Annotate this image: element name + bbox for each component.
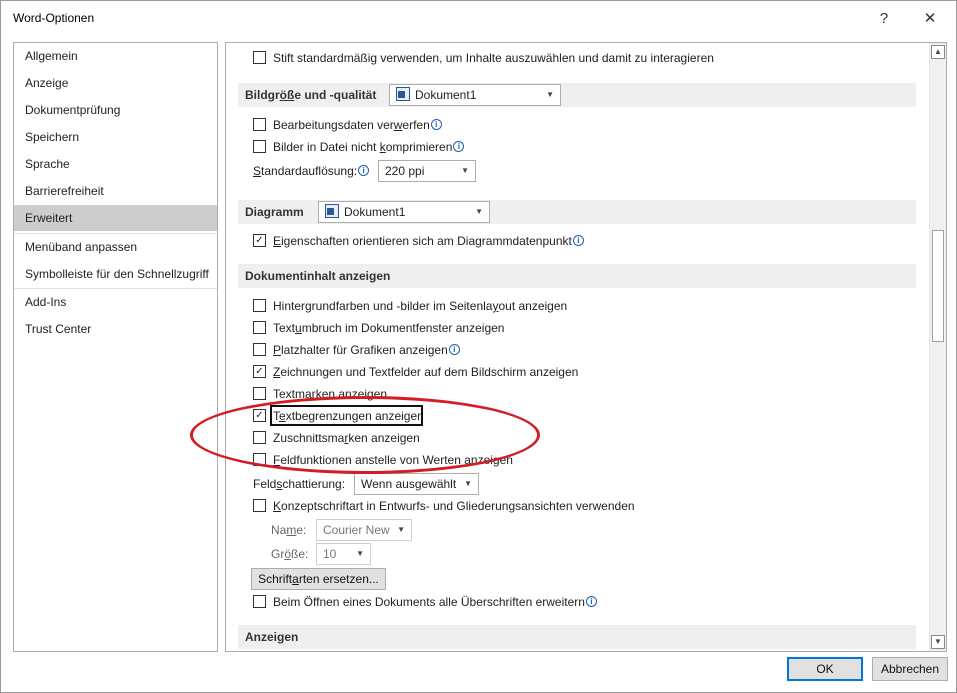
checkbox[interactable] (253, 387, 266, 400)
info-icon: i (585, 596, 597, 607)
draft-font-size-label: Größe: (271, 547, 309, 561)
annotation-ellipse (190, 396, 540, 474)
word-options-dialog: Word-Optionen ? ✕ Allgemein Anzeige Doku… (0, 0, 957, 693)
resolution-label: Standardauflösung: i (253, 161, 370, 181)
advanced-options-panel: Stift standardmäßig verwenden, um Inhalt… (225, 42, 947, 652)
draft-font-name-select[interactable]: Courier New ▼ (316, 519, 412, 541)
nav-item-barrierefreiheit[interactable]: Barrierefreiheit (14, 178, 217, 204)
ok-button[interactable]: OK (787, 657, 863, 681)
nav-item-schnellzugriff[interactable]: Symbolleiste für den Schnellzugriff (14, 261, 217, 287)
draft-font-name-label: Name: (271, 523, 307, 537)
replace-fonts-button[interactable]: Schriftarten ersetzen... (251, 568, 386, 590)
vertical-scrollbar[interactable]: ▲ ▼ (929, 43, 946, 651)
scroll-up-icon[interactable]: ▲ (931, 45, 945, 59)
info-icon: i (572, 235, 584, 246)
chevron-down-icon: ▼ (461, 166, 469, 175)
info-icon: i (358, 165, 370, 176)
option-label: Stift standardmäßig verwenden, um Inhalt… (273, 51, 714, 65)
word-document-icon (396, 87, 410, 101)
chevron-down-icon: ▼ (464, 479, 472, 488)
checkbox[interactable] (253, 499, 266, 512)
checkbox[interactable] (253, 321, 266, 334)
title-bar: Word-Optionen ? ✕ (1, 1, 956, 37)
nav-item-dokumentpruefung[interactable]: Dokumentprüfung (14, 97, 217, 123)
nav-item-add-ins[interactable]: Add-Ins (14, 289, 217, 315)
checkbox[interactable] (253, 299, 266, 312)
close-icon[interactable]: ✕ (918, 7, 942, 31)
info-icon: i (430, 119, 442, 130)
draft-font-size-select[interactable]: 10 ▼ (316, 543, 371, 565)
image-document-select[interactable]: Dokument1 ▼ (389, 84, 561, 106)
checkbox[interactable] (253, 343, 266, 356)
nav-item-sprache[interactable]: Sprache (14, 151, 217, 177)
scroll-thumb[interactable] (932, 230, 944, 342)
nav-item-speichern[interactable]: Speichern (14, 124, 217, 150)
chevron-down-icon: ▼ (397, 525, 405, 534)
nav-item-anzeige[interactable]: Anzeige (14, 70, 217, 96)
checkbox-checked[interactable]: ✓ (253, 365, 266, 378)
chevron-down-icon: ▼ (475, 207, 483, 216)
section-header-bildgroesse: Bildgröße und -qualität (238, 83, 916, 107)
field-shading-label: Feldschattierung: (253, 477, 346, 491)
info-icon: i (448, 344, 460, 355)
checkbox[interactable] (253, 51, 266, 64)
section-header-dokumentinhalt: Dokumentinhalt anzeigen (238, 264, 916, 288)
scroll-down-icon[interactable]: ▼ (931, 635, 945, 649)
info-icon: i (453, 141, 465, 152)
nav-item-erweitert[interactable]: Erweitert (14, 205, 217, 231)
checkbox-checked[interactable]: ✓ (253, 234, 266, 247)
nav-item-menueband-anpassen[interactable]: Menüband anpassen (14, 234, 217, 260)
chevron-down-icon: ▼ (356, 549, 364, 558)
help-button[interactable]: ? (872, 7, 896, 31)
chart-document-select[interactable]: Dokument1 ▼ (318, 201, 490, 223)
options-category-list: Allgemein Anzeige Dokumentprüfung Speich… (13, 42, 218, 652)
nav-item-trust-center[interactable]: Trust Center (14, 316, 217, 342)
checkbox[interactable] (253, 118, 266, 131)
dialog-title: Word-Optionen (13, 11, 95, 25)
resolution-select[interactable]: 220 ppi ▼ (378, 160, 476, 182)
section-header-anzeigen: Anzeigen (238, 625, 916, 649)
checkbox[interactable] (253, 595, 266, 608)
nav-item-allgemein[interactable]: Allgemein (14, 43, 217, 69)
field-shading-select[interactable]: Wenn ausgewählt ▼ (354, 473, 479, 495)
checkbox[interactable] (253, 140, 266, 153)
cancel-button[interactable]: Abbrechen (872, 657, 948, 681)
word-document-icon (325, 204, 339, 218)
chevron-down-icon: ▼ (546, 90, 554, 99)
